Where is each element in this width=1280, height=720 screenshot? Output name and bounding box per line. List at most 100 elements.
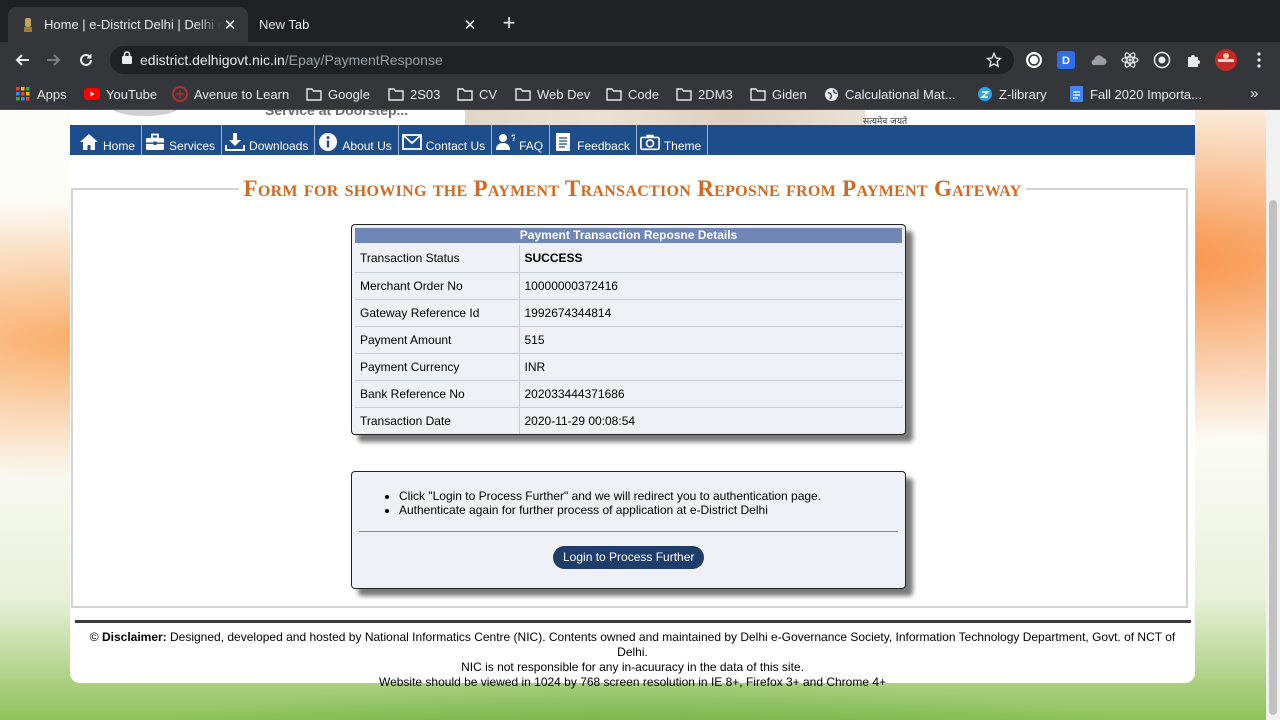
emblem-motto: सत्यमेव जयते (863, 117, 908, 125)
bookmark-web-dev[interactable]: Web Dev (515, 85, 590, 103)
cloud-extension-icon[interactable] (1089, 51, 1107, 69)
main-navigation: Home Services Downloads About Us Contact… (70, 125, 1195, 155)
bookmark-label: Apps (37, 86, 67, 102)
profile-avatar[interactable] (1215, 49, 1237, 71)
login-to-process-further-button[interactable]: Login to Process Further (553, 546, 705, 569)
bookmark-fall-2020[interactable]: Fall 2020 Importa... (1068, 85, 1202, 103)
react-atom-icon[interactable] (1121, 51, 1139, 69)
nav-downloads[interactable]: Downloads (222, 125, 316, 155)
bookmark-giden[interactable]: Giden (750, 85, 807, 103)
page-scrollbar[interactable] (1266, 110, 1280, 720)
reload-icon[interactable] (73, 47, 99, 73)
close-tab-icon[interactable]: ✕ (462, 16, 478, 34)
bookmarks-overflow-chevron-icon[interactable]: » (1250, 84, 1258, 102)
tab-title: New Tab (259, 17, 310, 32)
nav-about-us[interactable]: About Us (315, 125, 399, 155)
youtube-icon (84, 86, 100, 102)
folder-icon (606, 86, 622, 102)
tab-new-tab[interactable]: New Tab ✕ (248, 7, 488, 42)
new-tab-plus-icon[interactable]: + (498, 12, 520, 35)
bookmark-z-library[interactable]: Z-library (977, 85, 1047, 103)
nav-feedback[interactable]: Feedback (550, 125, 637, 155)
address-bar[interactable]: edistrict.delhigovt.nic.in/Epay/PaymentR… (110, 46, 1014, 74)
bookmark-star-icon[interactable] (985, 51, 1003, 73)
nav-services[interactable]: Services (142, 125, 223, 155)
footer-accuracy-note: NIC is not responsible for any in-acuura… (461, 660, 804, 674)
footer-disclaimer: © Disclaimer: Designed, developed and ho… (80, 630, 1185, 660)
kebab-menu-icon[interactable] (1250, 51, 1268, 69)
back-arrow-icon[interactable] (9, 47, 35, 73)
info-icon (318, 132, 338, 152)
table-row: Bank Reference No 202033444371686 (355, 380, 903, 408)
z-library-icon (977, 86, 993, 102)
bookmark-2dm3[interactable]: 2DM3 (676, 85, 733, 103)
row-label: Payment Currency (355, 353, 520, 381)
details-heading: Payment Transaction Reposne Details (355, 228, 902, 243)
target-extension-icon[interactable] (1153, 51, 1171, 69)
disclaimer-text: Designed, developed and hosted by Nation… (166, 630, 1176, 659)
nav-contact-us[interactable]: Contact Us (399, 125, 493, 155)
svg-text:?: ? (511, 133, 515, 143)
extension-d-icon[interactable]: D (1057, 51, 1075, 69)
row-value: 10000000372416 (519, 272, 903, 300)
row-value: INR (519, 353, 903, 381)
briefcase-icon (145, 132, 165, 152)
bookmark-cv[interactable]: CV (457, 85, 497, 103)
site-header: Service at Doorstep... सत्यमेव जयते (70, 110, 1195, 125)
nav-home[interactable]: Home (76, 125, 143, 155)
close-tab-icon[interactable]: ✕ (222, 16, 238, 34)
payment-details-table: Transaction Status SUCCESS Merchant Orde… (355, 245, 903, 434)
form-title: Form for showing the Payment Transaction… (239, 176, 1026, 202)
bookmark-google[interactable]: Google (306, 85, 370, 103)
nav-theme[interactable]: Theme (637, 125, 709, 155)
instructions-list: Click "Login to Process Further" and we … (399, 489, 905, 517)
nav-label: Home (103, 139, 136, 153)
bookmark-label: Google (328, 86, 370, 102)
apps-grid-icon (15, 86, 31, 102)
table-row: Gateway Reference Id 1992674344814 (355, 299, 903, 327)
list-item: Authenticate again for further process o… (399, 503, 905, 517)
scrollbar-thumb[interactable] (1269, 200, 1277, 715)
nav-label: Services (169, 139, 216, 153)
row-value: 202033444371686 (519, 380, 903, 408)
download-icon (225, 132, 246, 152)
bookmark-code[interactable]: Code (606, 85, 659, 103)
folder-icon (457, 86, 473, 102)
nav-faq[interactable]: ? FAQ (492, 125, 551, 155)
tab-edistrict[interactable]: Home | e-District Delhi | Delhi e-Govern… (8, 7, 248, 42)
extension-circle-icon[interactable] (1025, 51, 1043, 69)
tab-title: Home | e-District Delhi | Delhi e-Govern… (44, 17, 222, 32)
folder-icon (388, 86, 404, 102)
site-logo (110, 110, 180, 116)
divider (359, 531, 898, 532)
nav-label: FAQ (519, 139, 544, 153)
folder-icon (750, 86, 766, 102)
nav-label: Feedback (577, 139, 630, 153)
folder-icon (515, 86, 531, 102)
row-label: Transaction Status (355, 245, 520, 273)
row-value: 1992674344814 (519, 299, 903, 327)
bookmark-youtube[interactable]: YouTube (84, 85, 157, 103)
bookmark-label: Calculational Mat... (845, 86, 956, 102)
lock-icon (122, 51, 132, 69)
browser-tab-strip: Home | e-District Delhi | Delhi e-Govern… (0, 0, 1280, 42)
nav-label: Theme (663, 139, 702, 153)
table-row: Transaction Status SUCCESS (355, 245, 903, 273)
bookmarks-bar: Apps YouTube Avenue to Learn Google 2S03… (0, 78, 1280, 110)
bookmark-label: Fall 2020 Importa... (1090, 86, 1202, 102)
bookmark-label: Giden (772, 86, 807, 102)
bookmark-apps[interactable]: Apps (15, 85, 67, 103)
camera-icon (639, 132, 660, 152)
page-viewport: Service at Doorstep... सत्यमेव जयते Home… (0, 110, 1266, 720)
bookmark-calculational-mat[interactable]: Calculational Mat... (823, 85, 956, 103)
bookmark-label: Code (628, 86, 660, 102)
bookmark-2s03[interactable]: 2S03 (388, 85, 440, 103)
bookmark-avenue-to-learn[interactable]: Avenue to Learn (172, 85, 289, 103)
google-docs-icon (1068, 86, 1084, 102)
row-label: Gateway Reference Id (355, 299, 520, 327)
row-value: 515 (519, 326, 903, 354)
avenue-logo-icon (172, 86, 188, 102)
table-row: Transaction Date 2020-11-29 00:08:54 (355, 407, 903, 434)
forward-arrow-icon[interactable] (41, 47, 67, 73)
puzzle-extensions-icon[interactable] (1185, 51, 1203, 69)
